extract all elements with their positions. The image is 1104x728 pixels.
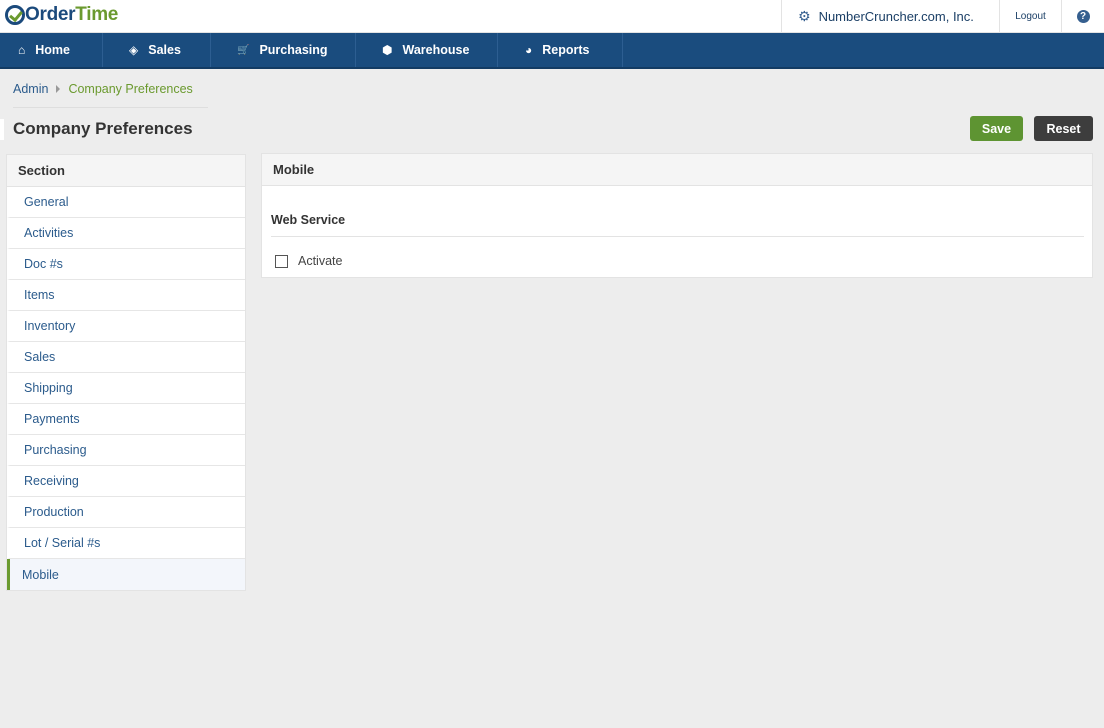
web-service-heading: Web Service [271,213,346,227]
section-item-purchasing[interactable]: Purchasing [7,435,245,466]
nav-home[interactable]: ⌂ Home [0,33,103,67]
gear-icon: ⚙ [798,8,811,24]
section-item-items[interactable]: Items [7,280,245,311]
top-right-actions: ⚙ NumberCruncher.com, Inc. Logout ? [781,0,1104,33]
logo-order-text: Order [25,4,76,25]
section-item-mobile[interactable]: Mobile [7,559,245,590]
breadcrumb: Admin Company Preferences [13,82,193,96]
section-item-inventory[interactable]: Inventory [7,311,245,342]
section-item-production[interactable]: Production [7,497,245,528]
section-item-doc-numbers[interactable]: Doc #s [7,249,245,280]
nav-purchasing[interactable]: 🛒 Purchasing [211,33,356,67]
activate-label: Activate [298,254,343,268]
activate-option[interactable]: Activate [275,254,342,268]
nav-label: Home [35,43,70,57]
section-item-general[interactable]: General [7,187,245,218]
panel-header: Mobile [262,154,1092,186]
section-item-payments[interactable]: Payments [7,404,245,435]
box-icon: ⬢ [382,43,393,57]
nav-label: Purchasing [259,43,328,57]
title-marker [0,119,4,140]
nav-label: Sales [148,43,181,57]
breadcrumb-current: Company Preferences [68,82,193,96]
nav-warehouse[interactable]: ⬢ Warehouse [356,33,498,67]
section-item-lot-serial[interactable]: Lot / Serial #s [7,528,245,559]
reset-button[interactable]: Reset [1034,116,1093,141]
pie-chart-icon: ◕ [525,43,533,57]
check-circle-icon [5,5,25,25]
mobile-settings-panel: Mobile Web Service Activate [261,153,1093,278]
help-button[interactable]: ? [1061,0,1104,33]
activate-checkbox[interactable] [275,254,288,268]
nav-label: Reports [542,43,590,57]
breadcrumb-divider [13,107,208,108]
help-icon: ? [1076,10,1090,23]
logout-link[interactable]: Logout [999,0,1061,33]
nav-label: Warehouse [402,43,470,57]
ordertime-logo[interactable]: Order Time [5,3,118,27]
save-button[interactable]: Save [970,116,1023,141]
nav-sales[interactable]: ◈ Sales [103,33,211,67]
cart-icon: 🛒 [237,44,250,56]
page-title: Company Preferences [13,119,193,138]
section-list: Section General Activities Doc #s Items … [6,154,246,591]
tag-icon: ◈ [129,43,139,57]
breadcrumb-admin-link[interactable]: Admin [13,82,48,96]
section-item-activities[interactable]: Activities [7,218,245,249]
section-item-receiving[interactable]: Receiving [7,466,245,497]
caret-right-icon [56,85,61,93]
group-divider [271,236,1084,237]
home-icon: ⌂ [18,43,26,57]
nav-reports[interactable]: ◕ Reports [498,33,623,67]
top-bar: Order Time ⚙ NumberCruncher.com, Inc. Lo… [0,0,1104,33]
section-item-shipping[interactable]: Shipping [7,373,245,404]
section-list-header: Section [7,155,245,187]
section-item-sales[interactable]: Sales [7,342,245,373]
logo-time-text: Time [75,4,119,25]
main-nav: ⌂ Home ◈ Sales 🛒 Purchasing ⬢ Warehouse … [0,33,1104,69]
company-name: NumberCruncher.com, Inc. [818,9,974,24]
company-switcher[interactable]: ⚙ NumberCruncher.com, Inc. [781,0,999,33]
